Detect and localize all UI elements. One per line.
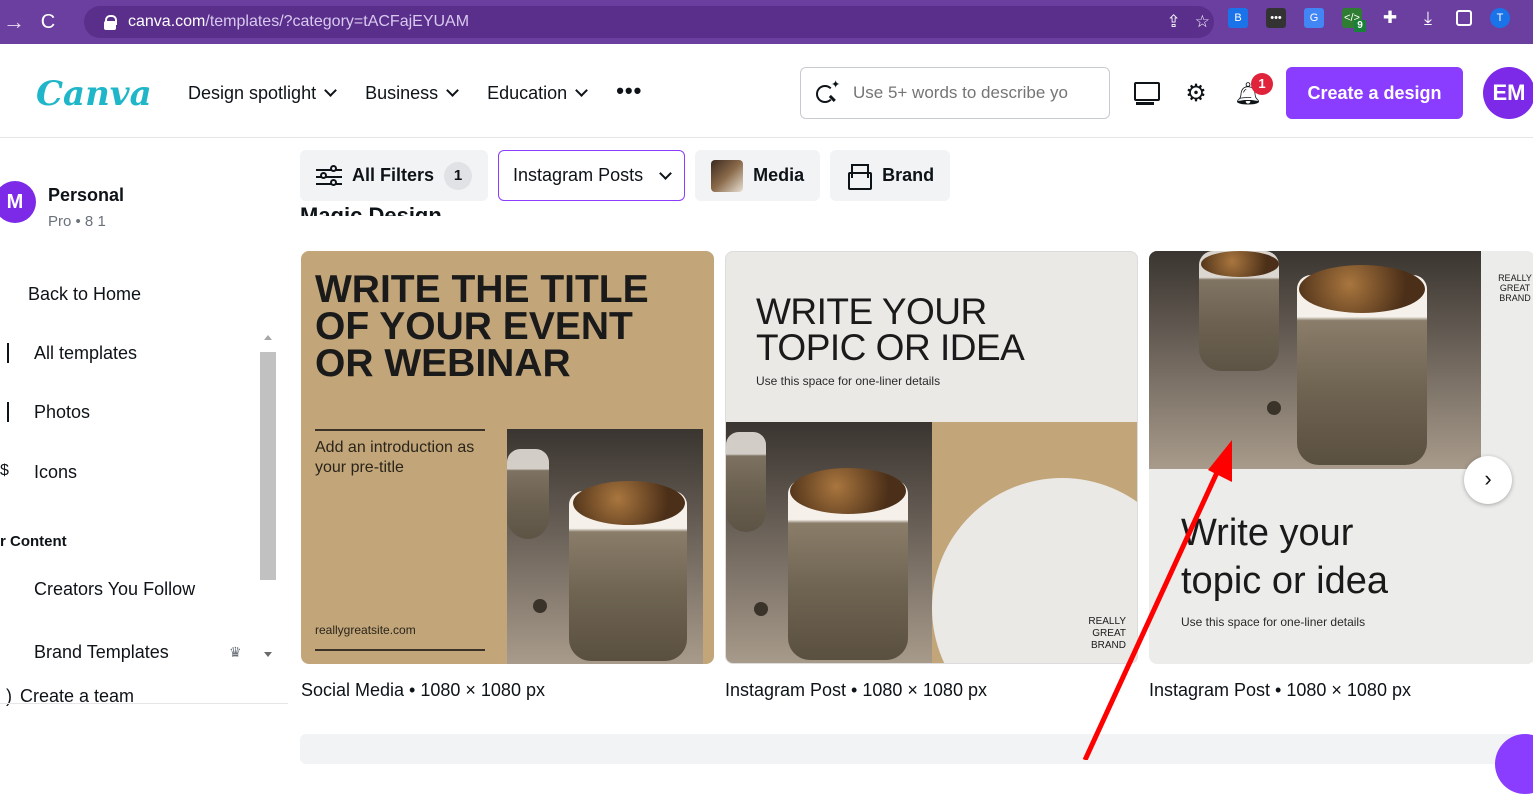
url-text: canva.com/templates/?category=tACFajEYUA… [128, 13, 470, 30]
sidebar-item-back-home[interactable]: Back to Home [28, 284, 141, 305]
extensions-bar: B ••• G </> 9 ✚ ⤓ T [1228, 8, 1510, 32]
all-filters-button[interactable]: All Filters 1 [300, 150, 489, 201]
lock-icon [104, 15, 117, 30]
address-bar[interactable]: canva.com/templates/?category=tACFajEYUA… [84, 6, 1214, 38]
scroll-thumb[interactable] [260, 352, 276, 580]
bookmark-star-icon[interactable]: ☆ [1195, 12, 1210, 32]
template-subtitle: Add an introduction as your pre-title [315, 439, 475, 476]
sidebar: M Personal Pro • 8 1 Back to Home All te… [0, 145, 288, 753]
extension-icon[interactable]: </> 9 [1342, 8, 1366, 32]
divider-line [315, 649, 485, 651]
divider-line [315, 429, 485, 431]
monitor-icon[interactable] [1132, 80, 1160, 108]
search-input[interactable] [853, 83, 1103, 103]
dessert-photo [726, 422, 932, 663]
template-title: Write your topic or idea [1181, 512, 1389, 602]
extension-icon[interactable]: B [1228, 8, 1248, 28]
gear-icon[interactable]: ⚙ [1182, 80, 1210, 108]
forward-icon[interactable]: → [0, 9, 28, 35]
nav-education[interactable]: Education [487, 82, 589, 104]
chevron-down-icon [324, 84, 337, 97]
template-caption: Instagram Post • 1080 × 1080 px [725, 680, 987, 700]
brand-kit-icon [846, 163, 873, 190]
download-icon[interactable]: ⤓ [1418, 8, 1438, 28]
filter-count-badge: 1 [444, 161, 473, 190]
canva-logo[interactable]: Canva [36, 74, 152, 114]
top-navigation: Design spotlight Business Education ••• [188, 78, 642, 104]
chevron-down-icon [659, 166, 672, 180]
all-filters-label: All Filters [352, 165, 435, 185]
header-divider [0, 137, 1533, 138]
user-avatar[interactable]: EM [1483, 67, 1533, 119]
sidebar-item-all-templates[interactable]: All templates [34, 343, 137, 364]
category-dropdown-value: Instagram Posts [513, 165, 644, 185]
chevron-down-icon [575, 84, 589, 97]
sidepanel-icon[interactable] [1456, 10, 1472, 26]
nav-business[interactable]: Business [365, 82, 459, 104]
template-caption: Social Media • 1080 × 1080 px [301, 680, 545, 700]
sidebar-item-photos[interactable]: Photos [34, 402, 90, 423]
filter-bar: All Filters 1 Instagram Posts Media Bran… [300, 150, 951, 202]
template-title: WRITE YOUR TOPIC OR IDEA [756, 291, 1025, 368]
extension-icon[interactable]: ••• [1266, 8, 1286, 28]
extension-badge: 9 [1354, 20, 1366, 32]
account-avatar[interactable]: M [0, 181, 36, 223]
filter-sliders-icon [316, 164, 342, 187]
create-design-button[interactable]: Create a design [1286, 67, 1463, 119]
sidebar-scrollbar[interactable] [259, 330, 277, 657]
scroll-down-arrow-icon[interactable] [264, 652, 272, 657]
template-caption: Instagram Post • 1080 × 1080 px [1149, 680, 1411, 700]
translate-extension-icon[interactable]: G [1304, 8, 1324, 28]
template-brand: REALLY GREAT BRAND [1498, 273, 1532, 303]
carousel-next-button[interactable]: › [1464, 456, 1512, 504]
app-header: Canva Design spotlight Business Educatio… [0, 44, 1533, 144]
template-subtitle: Use this space for one-liner details [1181, 615, 1366, 629]
brand-filter-label: Brand [882, 165, 935, 185]
template-card-2[interactable]: WRITE YOUR TOPIC OR IDEA Use this space … [725, 251, 1138, 664]
search-box[interactable]: ✦ [800, 67, 1110, 119]
notification-badge: 1 [1251, 73, 1273, 95]
sidebar-item-creators-you-follow[interactable]: Creators You Follow [34, 579, 195, 600]
template-card-1[interactable]: WRITE THE TITLE OF YOUR EVENT OR WEBINAR… [301, 251, 714, 664]
next-section-bar [300, 734, 1533, 764]
share-icon[interactable]: ⇪ [1167, 12, 1181, 32]
sidebar-divider [0, 703, 288, 704]
dessert-photo [1149, 251, 1481, 469]
brand-filter-button[interactable]: Brand [830, 150, 951, 201]
sparkle-icon: ✦ [831, 79, 841, 91]
sidebar-section-heading: r Content [0, 533, 67, 550]
template-title: WRITE THE TITLE OF YOUR EVENT OR WEBINAR [315, 268, 649, 385]
puzzle-icon[interactable]: ✚ [1380, 8, 1400, 28]
template-card-3[interactable]: REALLY GREAT BRAND Write your topic or i… [1149, 251, 1533, 664]
scroll-up-arrow-icon[interactable] [264, 335, 272, 340]
reload-icon[interactable]: C [28, 11, 68, 34]
nav-design-spotlight[interactable]: Design spotlight [188, 82, 337, 104]
icons-nav-icon: $ [0, 462, 9, 479]
crown-icon: ♛ [229, 644, 242, 660]
template-subtitle: Use this space for one-liner details [756, 374, 941, 388]
more-menu-button[interactable]: ••• [616, 78, 642, 104]
sidebar-item-brand-templates[interactable]: Brand Templates [34, 642, 169, 663]
category-dropdown[interactable]: Instagram Posts [498, 150, 686, 201]
sidebar-item-icons[interactable]: Icons [34, 462, 77, 483]
media-filter-label: Media [753, 165, 805, 185]
media-thumbnail [711, 159, 744, 192]
dessert-photo [507, 429, 703, 664]
chevron-down-icon [446, 84, 459, 97]
media-filter-button[interactable]: Media [695, 150, 821, 201]
sidebar-item-icon [7, 402, 9, 422]
account-plan: Pro • 8 1 [48, 213, 106, 230]
template-site: reallygreatsite.com [315, 623, 416, 637]
profile-avatar[interactable]: T [1490, 8, 1510, 28]
sidebar-item-icon [7, 343, 9, 363]
account-name[interactable]: Personal [48, 185, 124, 206]
template-brand: REALLY GREAT BRAND [1088, 616, 1126, 651]
browser-toolbar: → C canva.com/templates/?category=tACFaj… [0, 0, 1533, 44]
